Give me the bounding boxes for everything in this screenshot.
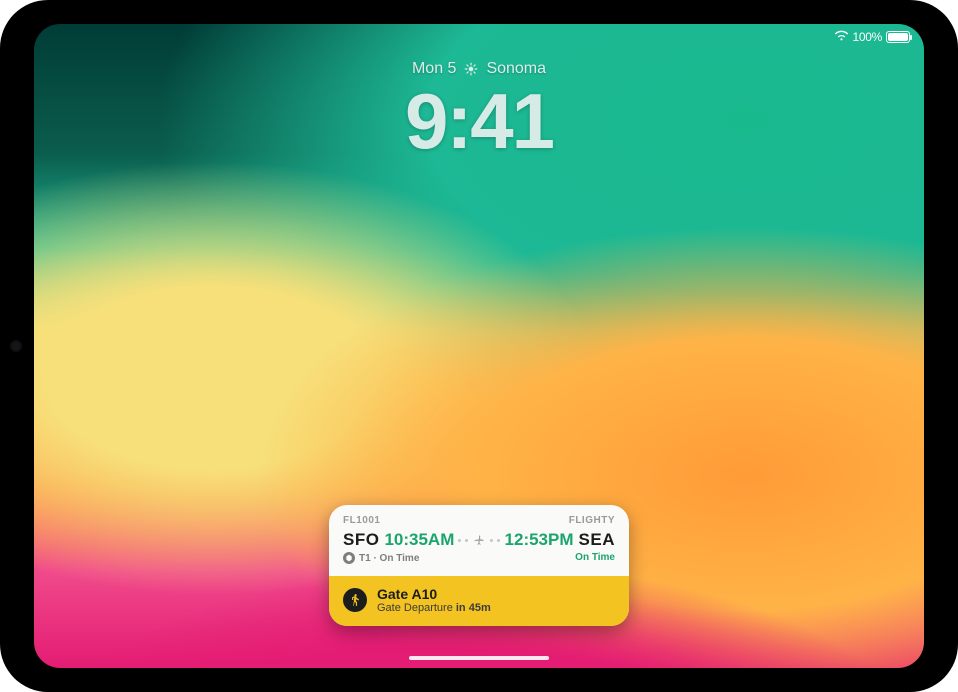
origin-airport: SFO (343, 530, 379, 550)
gate-timer: in 45m (456, 602, 491, 614)
gate-subtitle: Gate Departure in 45m (377, 602, 491, 614)
destination-status: On Time (575, 552, 615, 564)
flight-live-activity[interactable]: FL1001 FLIGHTY SFO 10:35AM (329, 505, 629, 626)
arrival-time: 12:53PM (505, 530, 574, 550)
gate-title: Gate A10 (377, 586, 491, 602)
destination-airport: SEA (579, 530, 615, 550)
ipad-device-frame: 100% Mon 5 Sonoma 9:41 (0, 0, 958, 692)
app-name-label: FLIGHTY (569, 515, 615, 526)
walking-person-icon (343, 588, 367, 612)
gate-banner: Gate A10 Gate Departure in 45m (329, 576, 629, 626)
wifi-icon (834, 30, 849, 44)
flight-path-icon (458, 533, 500, 547)
origin-status: T1 · On Time (359, 553, 419, 564)
front-camera (12, 342, 20, 350)
status-bar: 100% (834, 30, 911, 44)
departure-time: 10:35AM (384, 530, 454, 550)
flight-widget-top: FL1001 FLIGHTY SFO 10:35AM (329, 505, 629, 576)
flight-number: FL1001 (343, 515, 380, 526)
lock-screen[interactable]: 100% Mon 5 Sonoma 9:41 (34, 24, 924, 668)
battery-icon (886, 31, 910, 43)
home-indicator[interactable] (409, 656, 549, 660)
sun-icon (464, 62, 478, 76)
gate-sub-prefix: Gate Departure (377, 602, 456, 614)
lockscreen-time[interactable]: 9:41 (34, 76, 924, 167)
terminal-badge-icon (343, 552, 355, 564)
airplane-icon (472, 533, 486, 547)
battery-percent: 100% (853, 30, 883, 44)
